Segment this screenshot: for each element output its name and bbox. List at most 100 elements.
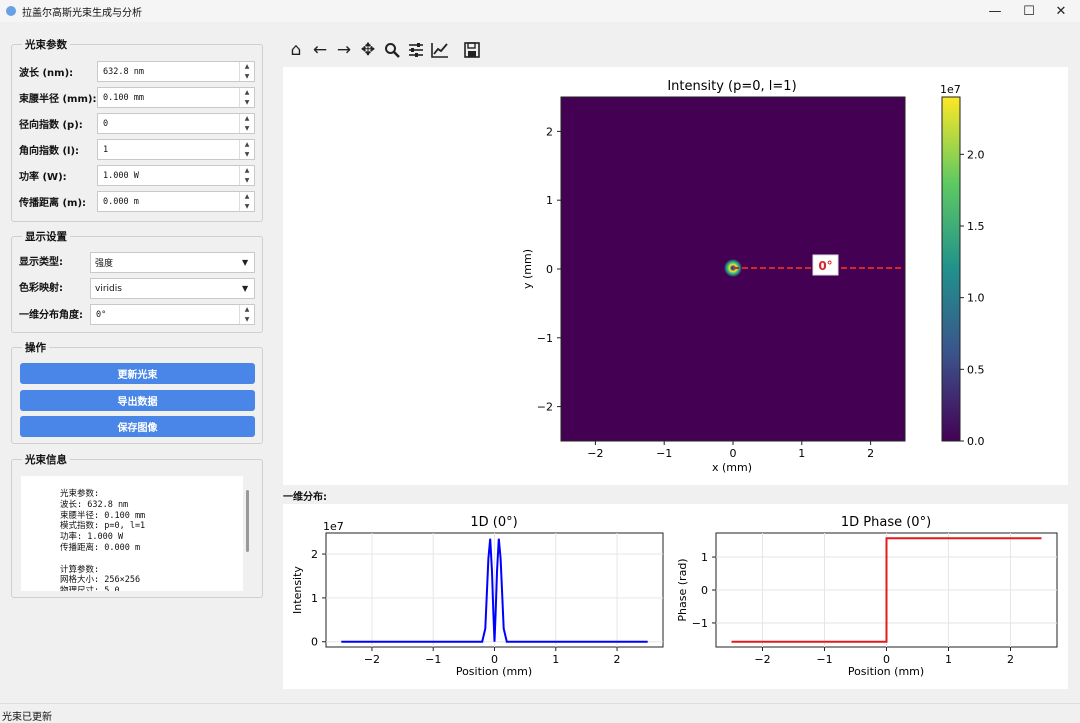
- y-tick-label: 1: [546, 194, 553, 207]
- spin-down-icon[interactable]: ▼: [240, 150, 254, 160]
- azimuthal-index-spinbox[interactable]: 1 ▲ ▼: [97, 139, 255, 160]
- x-tick-label: 1: [552, 653, 559, 666]
- main-y-label: y (mm): [521, 249, 534, 289]
- display-type-value: 强度: [95, 259, 114, 269]
- info-group: 光束信息 光束参数: 波长: 632.8 nm 束腰半径: 0.100 mm 模…: [11, 452, 263, 598]
- azimuthal-index-value: 1: [103, 144, 109, 155]
- main-x-label: x (mm): [712, 461, 752, 474]
- intensity-1d-ticks: −2 −1 0 1 2210: [311, 548, 621, 666]
- profile-figure: 1D (0°) 1e7 −2 −1 0 1 2 2 1 0 Position (mm) Int…: [291, 515, 1058, 678]
- spin-down-icon[interactable]: ▼: [240, 72, 254, 82]
- y-tick-label: −1: [692, 617, 708, 630]
- x-tick-label: 0: [730, 447, 737, 460]
- params-group: 光束参数 波长 (nm): 632.8 nm ▲ ▼ 束腰半径 (mm): 0.10…: [11, 37, 263, 222]
- x-tick-label: 1: [798, 447, 805, 460]
- pan-icon[interactable]: ✥: [356, 38, 380, 62]
- x-tick-label: −1: [656, 447, 672, 460]
- display-group: 显示设置 显示类型: 强度 ▼ 色彩映射: viridis ▼ 一维分布角度: 0°…: [11, 229, 263, 333]
- colorbar-exponent: 1e7: [940, 83, 961, 96]
- colorbar-tick-label: 2.0: [967, 148, 985, 161]
- edit-axis-icon[interactable]: [428, 38, 452, 62]
- power-label: 功率 (W):: [19, 172, 67, 183]
- y-tick-label: 1: [311, 592, 318, 605]
- phase-1d-y-label: Phase (rad): [676, 558, 689, 621]
- main-y-ticks: 2 1 0 −1 −2: [537, 125, 561, 414]
- waist-value: 0.100 mm: [103, 92, 144, 103]
- profile-plot-panel: 1D (0°) 1e7 −2 −1 0 1 2 2 1 0 Position (mm) Int…: [283, 504, 1068, 689]
- configure-subplots-icon[interactable]: [404, 38, 428, 62]
- angle-label: 一维分布角度:: [19, 310, 83, 321]
- spin-down-icon[interactable]: ▼: [240, 124, 254, 134]
- power-value: 1.000 W: [103, 170, 139, 181]
- radial-index-spinbox[interactable]: 0 ▲ ▼: [97, 113, 255, 134]
- zoom-icon[interactable]: [380, 38, 404, 62]
- update-beam-button[interactable]: 更新光束: [20, 363, 255, 384]
- colorbar-tick-label: 0.5: [967, 363, 985, 376]
- display-type-label: 显示类型:: [19, 257, 63, 268]
- waist-spinbox[interactable]: 0.100 mm ▲ ▼: [97, 87, 255, 108]
- intensity-1d-exponent: 1e7: [323, 520, 344, 533]
- spin-up-icon[interactable]: ▲: [240, 166, 254, 176]
- colormap-label: 色彩映射:: [19, 283, 63, 294]
- close-button[interactable]: ✕: [1042, 0, 1080, 22]
- y-tick-label: −1: [537, 332, 553, 345]
- x-tick-label: −2: [587, 447, 603, 460]
- main-plot-title: Intensity (p=0, l=1): [667, 79, 796, 94]
- colorbar-tick-label: 1.0: [967, 292, 985, 305]
- info-scrollbar[interactable]: [246, 490, 249, 552]
- ops-group: 操作 更新光束 导出数据 保存图像: [11, 340, 263, 444]
- save-figure-icon[interactable]: [460, 38, 484, 62]
- colorbar-tick-label: 0.0: [967, 435, 985, 448]
- x-tick-label: 2: [867, 447, 874, 460]
- wavelength-value: 632.8 nm: [103, 66, 144, 77]
- ops-group-title: 操作: [22, 340, 49, 355]
- spin-up-icon[interactable]: ▲: [240, 114, 254, 124]
- forward-arrow-icon[interactable]: →: [332, 38, 356, 62]
- x-tick-label: −2: [364, 653, 380, 666]
- app-icon: [6, 6, 16, 16]
- spin-up-icon[interactable]: ▲: [240, 140, 254, 150]
- y-tick-label: 0: [546, 263, 553, 276]
- save-image-button[interactable]: 保存图像: [20, 416, 255, 437]
- angle-value: 0°: [96, 309, 107, 320]
- spin-up-icon[interactable]: ▲: [240, 305, 254, 315]
- beam-info-text[interactable]: 光束参数: 波长: 632.8 nm 束腰半径: 0.100 mm 模式指数: …: [21, 476, 243, 591]
- section-1d-label: 一维分布:: [283, 492, 327, 503]
- angle-marker-text: 0°: [818, 259, 832, 273]
- info-group-title: 光束信息: [22, 452, 70, 467]
- spin-down-icon[interactable]: ▼: [240, 98, 254, 108]
- display-type-select[interactable]: 强度 ▼: [90, 252, 255, 273]
- distance-label: 传播距离 (m):: [19, 198, 87, 209]
- power-spinbox[interactable]: 1.000 W ▲ ▼: [97, 165, 255, 186]
- back-arrow-icon[interactable]: ←: [308, 38, 332, 62]
- main-plot-panel: Intensity (p=0, l=1) 0° −2 −1 0 1 2 2 1 0 −1 −2 …: [283, 67, 1068, 485]
- spin-up-icon[interactable]: ▲: [240, 62, 254, 72]
- spin-down-icon[interactable]: ▼: [240, 176, 254, 186]
- azimuthal-index-label: 角向指数 (l):: [19, 146, 80, 157]
- distance-spinbox[interactable]: 0.000 m ▲ ▼: [97, 191, 255, 212]
- title-bar: 拉盖尔高斯光束生成与分析: [0, 0, 1080, 22]
- spin-down-icon[interactable]: ▼: [240, 202, 254, 212]
- minimize-button[interactable]: —: [976, 0, 1014, 22]
- intensity-1d-y-label: Intensity: [291, 566, 304, 614]
- colormap-select[interactable]: viridis ▼: [90, 278, 255, 299]
- phase-1d-ticks: −2 −1 0 1 210−1: [692, 551, 1014, 666]
- x-tick-label: 1: [945, 653, 952, 666]
- export-data-button[interactable]: 导出数据: [20, 390, 255, 411]
- waist-label: 束腰半径 (mm):: [19, 94, 97, 105]
- angle-spinbox[interactable]: 0° ▲ ▼: [90, 304, 255, 325]
- colormap-value: viridis: [95, 283, 122, 294]
- spin-up-icon[interactable]: ▲: [240, 192, 254, 202]
- radial-index-label: 径向指数 (p):: [19, 120, 83, 131]
- spin-up-icon[interactable]: ▲: [240, 88, 254, 98]
- wavelength-label: 波长 (nm):: [19, 68, 74, 79]
- spin-down-icon[interactable]: ▼: [240, 315, 254, 325]
- colorbar-ticks: 2.0 1.5 1.0 0.5 0.0: [960, 148, 985, 448]
- wavelength-spinbox[interactable]: 632.8 nm ▲ ▼: [97, 61, 255, 82]
- intensity-1d-x-label: Position (mm): [456, 665, 532, 678]
- phase-1d-title: 1D Phase (0°): [841, 515, 931, 530]
- window-title: 拉盖尔高斯光束生成与分析: [22, 7, 142, 19]
- home-icon[interactable]: ⌂: [284, 38, 308, 62]
- x-tick-label: 2: [614, 653, 621, 666]
- x-tick-label: −1: [816, 653, 832, 666]
